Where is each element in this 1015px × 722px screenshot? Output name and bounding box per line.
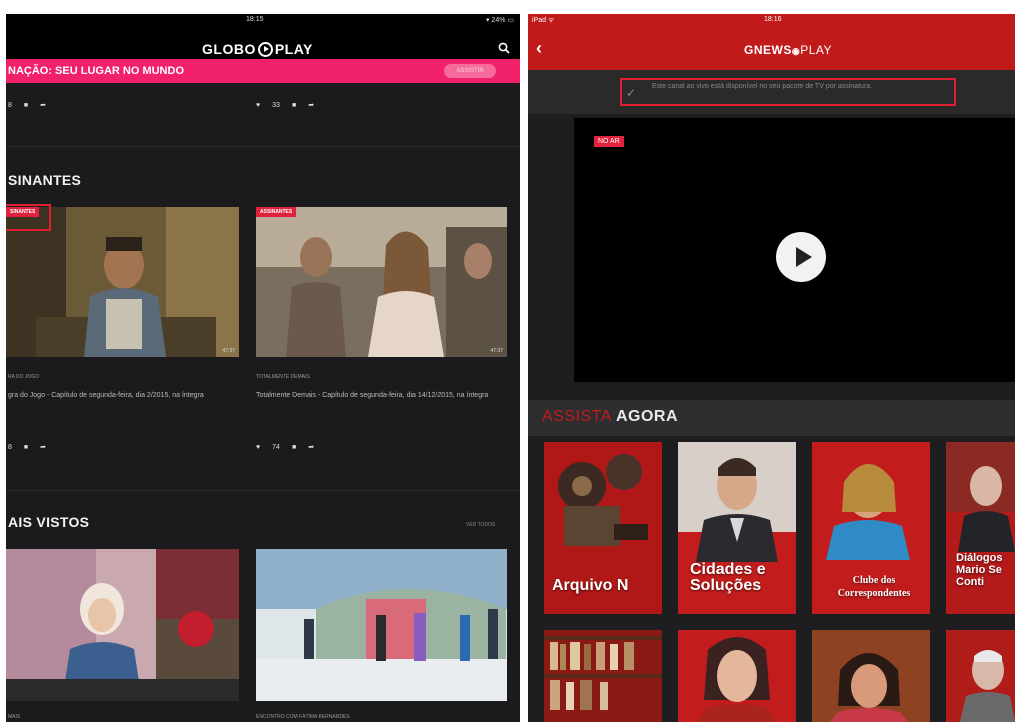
search-icon[interactable] bbox=[498, 42, 510, 54]
highlight-box bbox=[6, 204, 51, 231]
globonews-play-logo[interactable]: GNEWS◉PLAY bbox=[744, 43, 832, 57]
section-title: ASSISTA AGORA bbox=[542, 408, 678, 426]
card-image-presenter bbox=[812, 630, 930, 722]
program-card-dialogos[interactable]: Diálogos Mario Se Conti bbox=[946, 442, 1015, 614]
video-thumbnail[interactable] bbox=[6, 549, 239, 701]
likes-count: 8 bbox=[8, 101, 12, 109]
program-name: ENCONTRO COM FÁTIMA BERNARDES bbox=[256, 714, 350, 720]
subscriber-badge: ASSINANTES bbox=[256, 207, 297, 217]
section-divider bbox=[6, 490, 520, 491]
section-title-part-a: ASSISTA bbox=[542, 408, 616, 425]
status-bar: 18:15 ▾ 24% ▭ bbox=[6, 14, 520, 28]
card-label: Cidades e Soluções bbox=[690, 561, 766, 594]
status-time: 18:16 bbox=[764, 16, 782, 23]
heart-icon[interactable]: ♥ bbox=[256, 102, 260, 109]
program-card-arquivo-n[interactable]: Arquivo N bbox=[544, 442, 662, 614]
card-image-presenter bbox=[946, 442, 1015, 614]
section-title-part-b: AGORA bbox=[615, 408, 679, 425]
play-button-icon[interactable] bbox=[776, 232, 826, 282]
program-name: RA DO JOGO bbox=[8, 374, 40, 380]
share-icon[interactable]: ➦ bbox=[308, 101, 314, 109]
availability-text: Este canal ao vivo está disponível no se… bbox=[652, 83, 873, 90]
card-label: Diálogos Mario Se Conti bbox=[956, 552, 1003, 588]
video-duration: 47:37 bbox=[490, 348, 503, 354]
comment-icon[interactable]: ■ bbox=[24, 102, 28, 109]
likes-count: 33 bbox=[272, 101, 280, 109]
video-image-encontro bbox=[256, 549, 507, 701]
status-time: 18:15 bbox=[246, 16, 264, 23]
video-actions: ♥ 74 ■ ➦ bbox=[256, 443, 314, 452]
device-label: iPad ᯤ bbox=[532, 17, 555, 24]
video-duration: 47:37 bbox=[222, 348, 235, 354]
promo-watch-button[interactable]: ASSISTIR bbox=[444, 64, 496, 78]
card-image-presenter bbox=[946, 630, 1015, 722]
play-circle-icon bbox=[257, 41, 273, 57]
logo-text-gnews: GNEWS bbox=[744, 43, 792, 57]
program-card[interactable] bbox=[678, 630, 796, 722]
likes-count: 74 bbox=[272, 443, 280, 451]
live-badge: NO AR bbox=[594, 136, 624, 147]
video-thumbnail[interactable] bbox=[256, 549, 507, 701]
heart-icon[interactable]: ♥ bbox=[256, 444, 260, 451]
program-card-cidades-e-solucoes[interactable]: Cidades e Soluções bbox=[678, 442, 796, 614]
likes-count: 8 bbox=[8, 443, 12, 451]
card-label: Arquivo N bbox=[552, 577, 629, 594]
program-card[interactable] bbox=[544, 630, 662, 722]
top-navbar: ‹ GNEWS◉PLAY bbox=[528, 28, 1015, 70]
section-title-mais-vistos: AIS VISTOS bbox=[8, 514, 90, 530]
comment-icon[interactable]: ■ bbox=[292, 444, 296, 451]
live-video-player[interactable]: NO AR bbox=[574, 118, 1015, 382]
program-name: TOTALMENTE DEMAIS bbox=[256, 374, 310, 380]
program-card[interactable] bbox=[812, 630, 930, 722]
see-all-link[interactable]: VER TODOS bbox=[466, 522, 495, 528]
card-image-bookshelf bbox=[544, 630, 662, 722]
globonews-play-screen: iPad ᯤ 18:16 ‹ GNEWS◉PLAY ✓ Este canal a… bbox=[528, 14, 1015, 722]
logo-text-play: PLAY bbox=[274, 41, 313, 57]
battery-indicator: ▾ 24% ▭ bbox=[485, 17, 514, 24]
video-description[interactable]: gra do Jogo - Capítulo de segunda-feira,… bbox=[8, 390, 248, 401]
program-name: MAIS bbox=[8, 714, 21, 720]
share-icon[interactable]: ➦ bbox=[308, 443, 314, 451]
section-divider bbox=[6, 146, 520, 147]
top-right-actions: ♥ 33 ■ ➦ bbox=[256, 101, 314, 110]
program-card[interactable] bbox=[946, 630, 1015, 722]
program-card-clube-dos-correspondentes[interactable]: Clube dos Correspondentes bbox=[812, 442, 930, 614]
comment-icon[interactable]: ■ bbox=[292, 102, 296, 109]
check-icon: ✓ bbox=[626, 86, 637, 100]
highlight-box: ✓ Este canal ao vivo está disponível no … bbox=[620, 78, 956, 106]
video-thumbnail[interactable]: ASSINANTES 47:37 bbox=[256, 207, 507, 357]
globoplay-logo[interactable]: GLOBO PLAY bbox=[202, 41, 313, 57]
globoplay-screen: 18:15 ▾ 24% ▭ GLOBO PLAY NAÇÃO: SEU LUGA… bbox=[6, 14, 520, 722]
section-title-assinantes: SINANTES bbox=[8, 172, 82, 188]
availability-notice: ✓ Este canal ao vivo está disponível no … bbox=[528, 70, 1015, 114]
card-label: Clube dos Correspondentes bbox=[837, 575, 911, 599]
top-left-actions: 8 ■ ➦ bbox=[8, 101, 46, 110]
assista-agora-header: ASSISTA AGORA bbox=[528, 400, 1015, 436]
card-image-presenter bbox=[678, 630, 796, 722]
comment-icon[interactable]: ■ bbox=[24, 444, 28, 451]
logo-text-play: PLAY bbox=[800, 43, 832, 57]
screenshot-root: 18:15 ▾ 24% ▭ GLOBO PLAY NAÇÃO: SEU LUGA… bbox=[0, 0, 1015, 722]
video-actions: 8 ■ ➦ bbox=[8, 443, 46, 452]
video-image-mais-voce bbox=[6, 549, 239, 701]
promo-banner-text: NAÇÃO: SEU LUGAR NO MUNDO bbox=[8, 65, 184, 77]
video-image-totalmente-demais bbox=[256, 207, 507, 357]
back-chevron-icon[interactable]: ‹ bbox=[536, 38, 542, 59]
promo-banner[interactable]: NAÇÃO: SEU LUGAR NO MUNDO ASSISTIR bbox=[6, 59, 520, 83]
share-icon[interactable]: ➦ bbox=[40, 443, 46, 451]
logo-text-globo: GLOBO bbox=[202, 41, 256, 57]
video-description[interactable]: Totalmente Demais - Capítulo de segunda-… bbox=[256, 390, 496, 401]
status-bar: iPad ᯤ 18:16 bbox=[528, 14, 1015, 28]
share-icon[interactable]: ➦ bbox=[40, 101, 46, 109]
